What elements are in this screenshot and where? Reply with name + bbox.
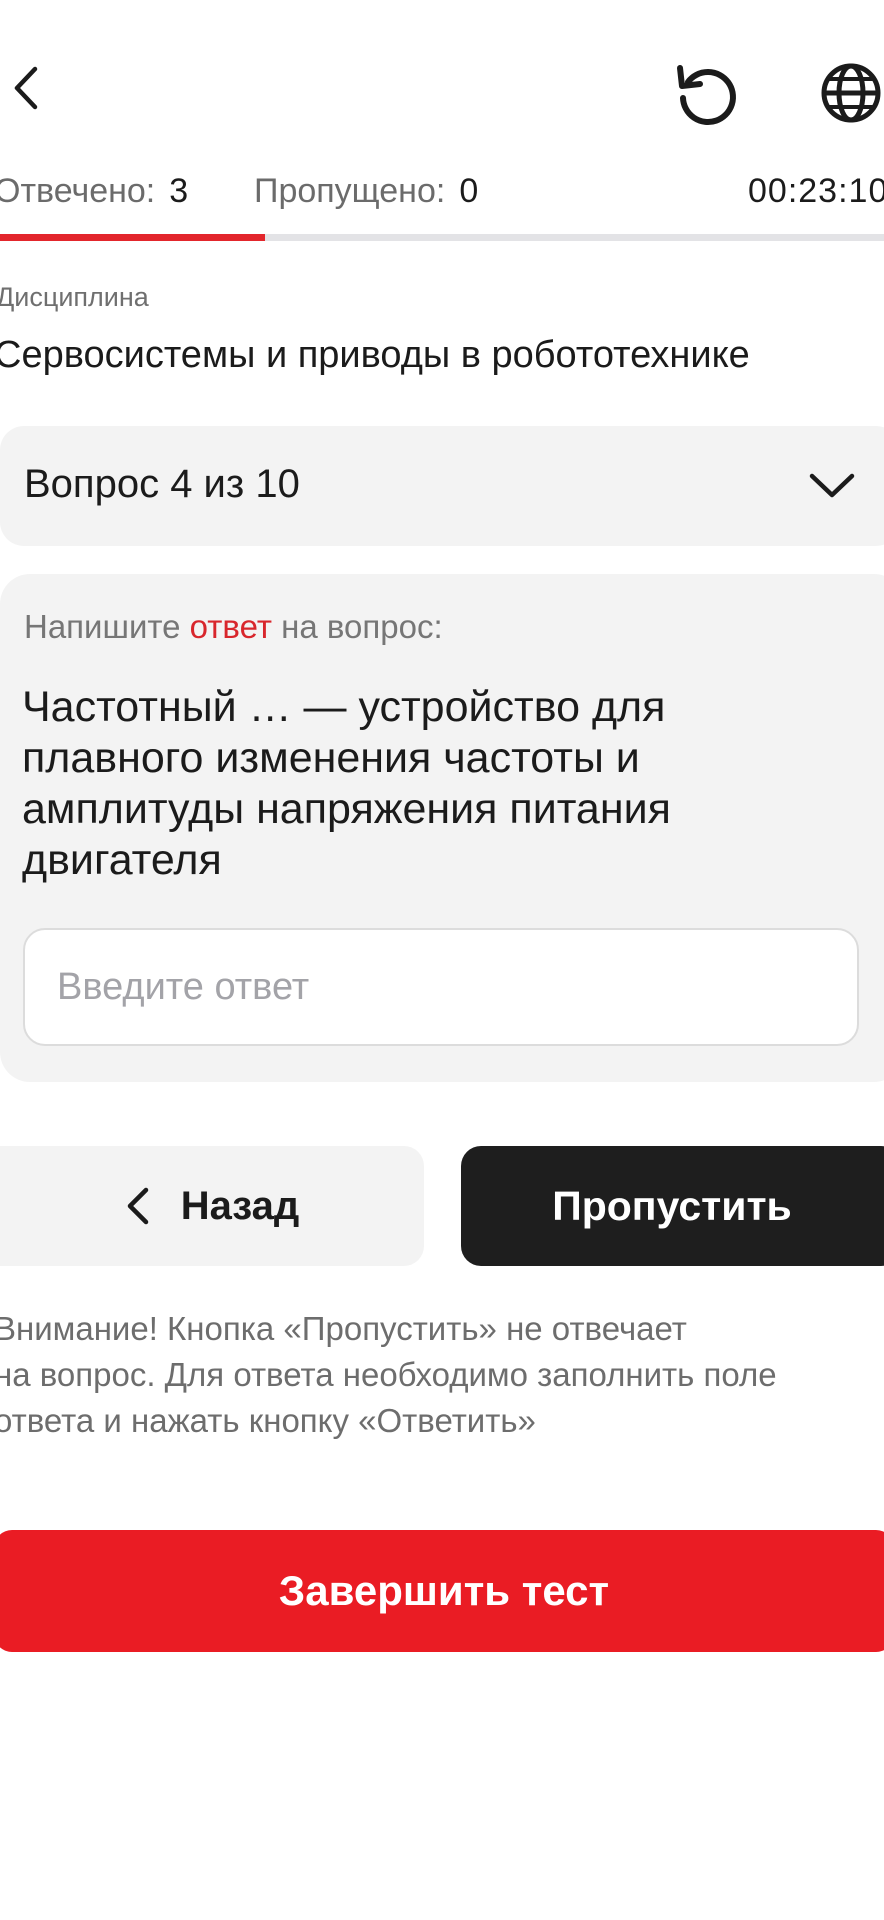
instruction-accent: ответ xyxy=(189,608,272,645)
language-button[interactable] xyxy=(818,60,884,126)
chevron-left-icon xyxy=(14,66,38,110)
question-text: Частотный … — устройство для плавного из… xyxy=(22,683,671,884)
question-selector[interactable]: Вопрос 4 из 10 xyxy=(0,426,884,546)
question-counter: Вопрос 4 из 10 xyxy=(24,462,300,506)
test-screen: Отвечено: 3 Пропущено: 0 00:23:10 Дисципли… xyxy=(0,0,884,1920)
discipline-label: Дисциплина xyxy=(0,282,149,312)
skipped-count: 0 xyxy=(459,172,479,210)
finish-test-button[interactable]: Завершить тест xyxy=(0,1530,884,1652)
progress-bar xyxy=(0,234,884,241)
warning-line-2: на вопрос. Для ответа необходимо заполни… xyxy=(0,1356,777,1393)
chevron-left-icon xyxy=(127,1187,148,1225)
back-button[interactable]: Назад xyxy=(0,1146,424,1266)
skipped-label: Пропущено: xyxy=(254,172,446,210)
question-card: Напишите ответ на вопрос: Частотный … — … xyxy=(0,574,884,1082)
answered-stat: Отвечено: 3 xyxy=(0,172,188,211)
instruction-text-before: Напишите xyxy=(24,608,190,645)
progress-bar-fill xyxy=(0,234,266,241)
warning-line-3: ответа и нажать кнопку «Ответить» xyxy=(0,1402,536,1439)
skipped-stat: Пропущено: 0 xyxy=(254,172,478,211)
reset-button[interactable] xyxy=(674,60,740,126)
finish-test-label: Завершить тест xyxy=(278,1567,610,1614)
chevron-down-icon xyxy=(809,473,855,498)
skip-warning: Внимание! Кнопка «Пропустить» не отвечае… xyxy=(0,1306,874,1444)
discipline-title: Сервосистемы и приводы в робототехнике xyxy=(0,334,750,376)
back-button-label: Назад xyxy=(180,1183,300,1228)
skip-button-label: Пропустить xyxy=(552,1182,792,1229)
timer: 00:23:10 xyxy=(748,172,884,210)
warning-line-1: Внимание! Кнопка «Пропустить» не отвечае… xyxy=(0,1310,687,1347)
question-instruction: Напишите ответ на вопрос: xyxy=(24,608,443,646)
back-nav-button[interactable] xyxy=(4,60,48,116)
instruction-text-after: на вопрос: xyxy=(271,608,443,645)
answered-count: 3 xyxy=(169,172,189,210)
globe-icon xyxy=(821,63,881,123)
answer-input[interactable] xyxy=(23,928,859,1046)
skip-button[interactable]: Пропустить xyxy=(461,1146,884,1266)
answered-label: Отвечено: xyxy=(0,172,156,210)
reset-icon xyxy=(677,65,736,125)
